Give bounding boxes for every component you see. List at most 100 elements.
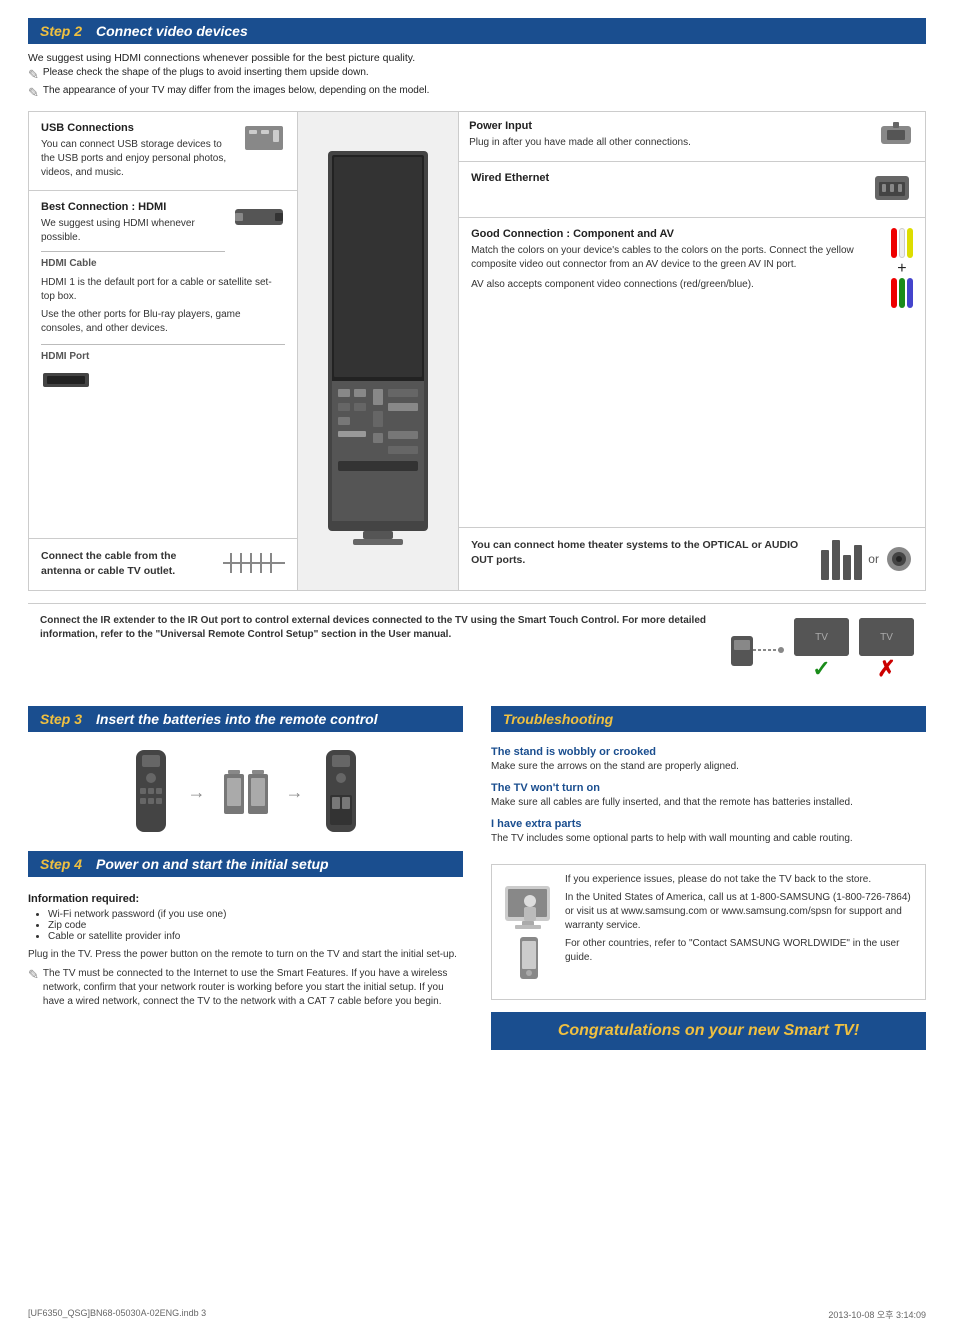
opt-bar3 bbox=[843, 555, 851, 580]
support-text-area: If you experience issues, please do not … bbox=[565, 873, 917, 991]
info-item-3: Cable or satellite provider info bbox=[48, 931, 463, 942]
congrats-bar: Congratulations on your new Smart TV! bbox=[491, 1012, 926, 1050]
step3-header: Step 3 Insert the batteries into the rem… bbox=[28, 706, 463, 732]
remote-with-batteries-icon bbox=[322, 750, 360, 835]
av-cable-red bbox=[891, 228, 897, 258]
tv-check-icon: TV bbox=[794, 618, 849, 656]
trouble-section: Troubleshooting The stand is wobbly or c… bbox=[477, 706, 926, 1050]
power-icon bbox=[877, 120, 915, 150]
support-images bbox=[500, 881, 555, 983]
info-item-1: Wi-Fi network password (if you use one) bbox=[48, 909, 463, 920]
av-cables-icon: + bbox=[891, 228, 913, 308]
trouble-title-1: The stand is wobbly or crooked bbox=[491, 746, 926, 758]
step4-desc: Plug in the TV. Press the power button o… bbox=[28, 948, 463, 962]
power-title: Power Input bbox=[469, 120, 691, 132]
usb-icon-area bbox=[243, 122, 285, 157]
battery-step2 bbox=[224, 770, 268, 815]
step4-note-icon: ✎ bbox=[28, 967, 39, 983]
step2-note1: ✎ Please check the shape of the plugs to… bbox=[28, 67, 926, 83]
col-right: Power Input Plug in after you have made … bbox=[459, 112, 925, 590]
ir-desc: Connect the IR extender to the IR Out po… bbox=[40, 614, 719, 642]
ir-icons-area: TV ✓ TV ✗ bbox=[729, 618, 914, 682]
opt-bar4 bbox=[854, 545, 862, 580]
footer-right: 2013-10-08 오후 3:14:09 bbox=[828, 1308, 926, 1321]
component-box: Good Connection : Component and AV Match… bbox=[459, 218, 925, 528]
opt-bar2 bbox=[832, 540, 840, 580]
or-label: or bbox=[868, 552, 879, 566]
step2-num: Step 2 bbox=[40, 23, 82, 39]
step2-title: Connect video devices bbox=[96, 23, 248, 39]
tv-x-icon: TV bbox=[859, 618, 914, 656]
battery-step3 bbox=[322, 750, 360, 835]
battery2-icon bbox=[248, 770, 268, 815]
comp-red bbox=[891, 278, 897, 308]
support-desc2: In the United States of America, call us… bbox=[565, 891, 917, 933]
x-mark: ✗ bbox=[877, 656, 895, 682]
hdmi-desc1: We suggest using HDMI whenever possible. bbox=[41, 217, 225, 245]
component-av-note: AV also accepts component video connecti… bbox=[471, 278, 875, 292]
note2-icon: ✎ bbox=[28, 85, 39, 101]
col-center bbox=[298, 112, 459, 590]
info-item-2: Zip code bbox=[48, 920, 463, 931]
diagram-area: USB Connections You can connect USB stor… bbox=[28, 111, 926, 591]
usb-box: USB Connections You can connect USB stor… bbox=[29, 112, 297, 191]
step4-header: Step 4 Power on and start the initial se… bbox=[28, 851, 463, 877]
antenna-icon bbox=[223, 549, 285, 577]
hdmi-desc3: Use the other ports for Blu-ray players,… bbox=[41, 308, 285, 336]
step4-title: Power on and start the initial setup bbox=[96, 856, 329, 872]
ethernet-box: Wired Ethernet bbox=[459, 162, 925, 218]
component-title: Good Connection : Component and AV bbox=[471, 228, 875, 240]
power-icon-area bbox=[877, 120, 915, 153]
support-box: If you experience issues, please do not … bbox=[491, 864, 926, 1000]
step4-content: Information required: Wi-Fi network pass… bbox=[28, 885, 463, 1009]
component-desc: Match the colors on your device's cables… bbox=[471, 244, 875, 272]
batteries-visual bbox=[224, 770, 268, 815]
trouble-desc-2: Make sure all cables are fully inserted,… bbox=[491, 796, 926, 810]
footer-left: [UF6350_QSG]BN68-05030A-02ENG.indb 3 bbox=[28, 1308, 206, 1321]
optical-icon-area: or bbox=[821, 538, 913, 580]
trouble-title-2: The TV won't turn on bbox=[491, 782, 926, 794]
av-cable-white bbox=[899, 228, 905, 258]
tv-svg bbox=[318, 121, 438, 581]
page: Step 2 Connect video devices We suggest … bbox=[0, 0, 954, 1329]
optical-box: You can connect home theater systems to … bbox=[459, 528, 925, 590]
optical-desc: You can connect home theater systems to … bbox=[471, 538, 813, 567]
battery-step1 bbox=[132, 750, 170, 835]
support-phone-icon bbox=[500, 935, 555, 983]
check-mark: ✓ bbox=[812, 656, 830, 682]
hdmi-port-icon bbox=[41, 369, 91, 391]
step2-header: Step 2 Connect video devices bbox=[28, 18, 926, 44]
power-desc: Plug in after you have made all other co… bbox=[469, 136, 691, 150]
support-person-icon bbox=[500, 881, 555, 931]
step2-intro: We suggest using HDMI connections whenev… bbox=[28, 52, 926, 64]
trouble-title: Troubleshooting bbox=[503, 711, 613, 727]
ir-text-area: Connect the IR extender to the IR Out po… bbox=[40, 614, 719, 642]
antenna-box: Connect the cable from the antenna or ca… bbox=[29, 539, 297, 590]
col-left: USB Connections You can connect USB stor… bbox=[29, 112, 298, 590]
tv-check-group: TV ✓ bbox=[794, 618, 849, 682]
note1-icon: ✎ bbox=[28, 67, 39, 83]
battery-section: → bbox=[28, 740, 463, 841]
battery1-icon bbox=[224, 770, 244, 815]
step3-title: Insert the batteries into the remote con… bbox=[96, 711, 378, 727]
antenna-desc: Connect the cable from the antenna or ca… bbox=[41, 549, 215, 578]
av-cables-visual bbox=[891, 228, 913, 258]
steps-left: Step 3 Insert the batteries into the rem… bbox=[28, 706, 477, 1050]
power-box: Power Input Plug in after you have made … bbox=[459, 112, 925, 162]
hdmi-port-label: HDMI Port bbox=[41, 351, 285, 362]
congrats-text: Congratulations on your new Smart TV! bbox=[558, 1022, 859, 1039]
step4-note: ✎ The TV must be connected to the Intern… bbox=[28, 967, 463, 1009]
hdmi-title: Best Connection : HDMI bbox=[41, 201, 225, 213]
trouble-desc-1: Make sure the arrows on the stand are pr… bbox=[491, 760, 926, 774]
step2-note2: ✎ The appearance of your TV may differ f… bbox=[28, 85, 926, 101]
arrow2: → bbox=[286, 782, 304, 803]
hdmi-desc2: HDMI 1 is the default port for a cable o… bbox=[41, 276, 285, 304]
tv-graphic bbox=[298, 112, 458, 590]
av-cables-component bbox=[891, 278, 913, 308]
optical-bars bbox=[821, 538, 862, 580]
trouble-title-3: I have extra parts bbox=[491, 818, 926, 830]
bottom-row: Step 3 Insert the batteries into the rem… bbox=[28, 706, 926, 1050]
step3-num: Step 3 bbox=[40, 711, 82, 727]
ethernet-icon bbox=[871, 172, 913, 204]
av-cable-yellow bbox=[907, 228, 913, 258]
